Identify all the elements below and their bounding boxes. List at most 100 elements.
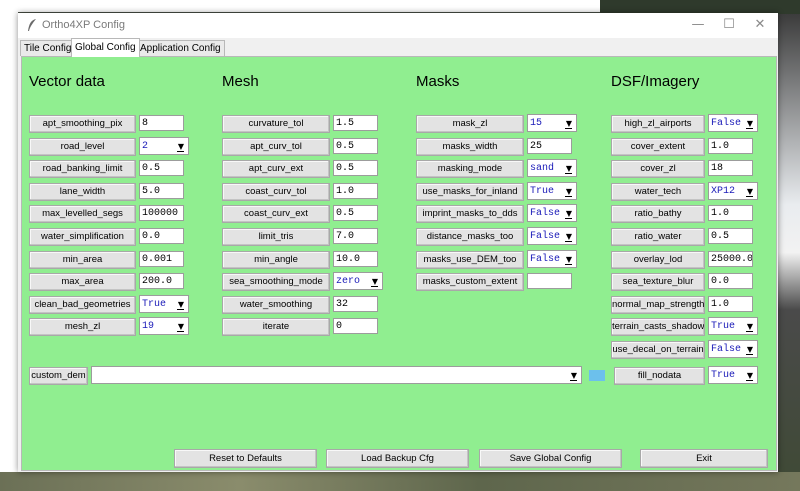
road-level-combo[interactable]: 2 ▼	[139, 137, 189, 155]
masks-use-dem-too-button[interactable]: masks_use_DEM_too	[416, 251, 524, 269]
reset-defaults-button[interactable]: Reset to Defaults	[174, 449, 317, 468]
exit-button[interactable]: Exit	[640, 449, 768, 468]
chevron-down-icon[interactable]: ▼	[563, 206, 575, 220]
high-zl-airports-combo[interactable]: False ▼	[708, 114, 758, 132]
apt-smoothing-pix-button[interactable]: apt_smoothing_pix	[29, 115, 136, 133]
imprint-masks-to-dds-combo[interactable]: False ▼	[527, 204, 577, 222]
save-global-config-button[interactable]: Save Global Config	[479, 449, 622, 468]
distance-masks-too-combo[interactable]: False ▼	[527, 227, 577, 245]
use-masks-for-inland-combo[interactable]: True ▼	[527, 182, 577, 200]
min-area-button[interactable]: min_area	[29, 251, 136, 269]
chevron-down-icon[interactable]: ▼	[568, 368, 580, 382]
clean-bad-geometries-button[interactable]: clean_bad_geometries	[29, 296, 136, 314]
curvature-tol-button[interactable]: curvature_tol	[222, 115, 330, 133]
normal-map-strength-button[interactable]: normal_map_strength	[611, 296, 705, 314]
mask-zl-combo[interactable]: 15 ▼	[527, 114, 577, 132]
overlay-lod-field[interactable]: 25000.0	[708, 251, 753, 267]
curvature-tol-field[interactable]: 1.5	[333, 115, 378, 131]
ratio-bathy-field[interactable]: 1.0	[708, 205, 753, 221]
max-levelled-segs-button[interactable]: max_levelled_segs	[29, 205, 136, 223]
chevron-down-icon[interactable]: ▼	[744, 342, 756, 356]
lane-width-button[interactable]: lane_width	[29, 183, 136, 201]
clean-bad-geometries-combo[interactable]: True ▼	[139, 295, 189, 313]
ratio-water-button[interactable]: ratio_water	[611, 228, 705, 246]
apt-smoothing-pix-field[interactable]: 8	[139, 115, 184, 131]
cover-extent-button[interactable]: cover_extent	[611, 138, 705, 156]
apt-curv-tol-field[interactable]: 0.5	[333, 138, 378, 154]
custom-dem-button[interactable]: custom_dem	[29, 367, 88, 385]
overlay-lod-button[interactable]: overlay_lod	[611, 251, 705, 269]
coast-curv-ext-button[interactable]: coast_curv_ext	[222, 205, 330, 223]
apt-curv-ext-button[interactable]: apt_curv_ext	[222, 160, 330, 178]
cover-extent-field[interactable]: 1.0	[708, 138, 753, 154]
water-simplification-button[interactable]: water_simplification	[29, 228, 136, 246]
imprint-masks-to-dds-button[interactable]: imprint_masks_to_dds	[416, 205, 524, 223]
max-area-field[interactable]: 200.0	[139, 273, 184, 289]
road-banking-limit-field[interactable]: 0.5	[139, 160, 184, 176]
title-bar[interactable]: Ortho4XP Config — ☐ ✕	[18, 13, 778, 38]
limit-tris-button[interactable]: limit_tris	[222, 228, 330, 246]
use-masks-for-inland-button[interactable]: use_masks_for_inland	[416, 183, 524, 201]
chevron-down-icon[interactable]: ▼	[744, 368, 756, 382]
mask-zl-button[interactable]: mask_zl	[416, 115, 524, 133]
min-angle-button[interactable]: min_angle	[222, 251, 330, 269]
max-levelled-segs-field[interactable]: 100000	[139, 205, 184, 221]
chevron-down-icon[interactable]: ▼	[369, 274, 381, 288]
close-button[interactable]: ✕	[746, 15, 774, 35]
mesh-zl-combo[interactable]: 19 ▼	[139, 317, 189, 335]
use-decal-on-terrain-combo[interactable]: False ▼	[708, 340, 758, 358]
masking-mode-combo[interactable]: sand ▼	[527, 159, 577, 177]
road-banking-limit-button[interactable]: road_banking_limit	[29, 160, 136, 178]
ratio-water-field[interactable]: 0.5	[708, 228, 753, 244]
sea-texture-blur-button[interactable]: sea_texture_blur	[611, 273, 705, 291]
sea-smoothing-mode-combo[interactable]: zero ▼	[333, 272, 383, 290]
masks-use-dem-too-combo[interactable]: False ▼	[527, 250, 577, 268]
fill-nodata-combo[interactable]: True ▼	[708, 366, 758, 384]
masks-custom-extent-button[interactable]: masks_custom_extent	[416, 273, 524, 291]
masking-mode-button[interactable]: masking_mode	[416, 160, 524, 178]
masks-custom-extent-field[interactable]	[527, 273, 572, 289]
chevron-down-icon[interactable]: ▼	[744, 116, 756, 130]
use-decal-on-terrain-button[interactable]: use_decal_on_terrain	[611, 341, 705, 359]
mesh-zl-button[interactable]: mesh_zl	[29, 318, 136, 336]
apt-curv-tol-button[interactable]: apt_curv_tol	[222, 138, 330, 156]
apt-curv-ext-field[interactable]: 0.5	[333, 160, 378, 176]
normal-map-strength-field[interactable]: 1.0	[708, 296, 753, 312]
chevron-down-icon[interactable]: ▼	[563, 252, 575, 266]
coast-curv-ext-field[interactable]: 0.5	[333, 205, 378, 221]
chevron-down-icon[interactable]: ▼	[563, 184, 575, 198]
water-smoothing-button[interactable]: water_smoothing	[222, 296, 330, 314]
minimize-button[interactable]: —	[684, 15, 712, 35]
high-zl-airports-button[interactable]: high_zl_airports	[611, 115, 705, 133]
water-tech-combo[interactable]: XP12 ▼	[708, 182, 758, 200]
custom-dem-combo[interactable]: ▼	[91, 366, 582, 384]
distance-masks-too-button[interactable]: distance_masks_too	[416, 228, 524, 246]
lane-width-field[interactable]: 5.0	[139, 183, 184, 199]
maximize-button[interactable]: ☐	[715, 15, 743, 35]
chevron-down-icon[interactable]: ▼	[175, 139, 187, 153]
sea-texture-blur-field[interactable]: 0.0	[708, 273, 753, 289]
sea-smoothing-mode-button[interactable]: sea_smoothing_mode	[222, 273, 330, 291]
load-backup-button[interactable]: Load Backup Cfg	[326, 449, 469, 468]
coast-curv-tol-field[interactable]: 1.0	[333, 183, 378, 199]
chevron-down-icon[interactable]: ▼	[175, 319, 187, 333]
iterate-field[interactable]: 0	[333, 318, 378, 334]
chevron-down-icon[interactable]: ▼	[744, 319, 756, 333]
chevron-down-icon[interactable]: ▼	[175, 297, 187, 311]
cover-zl-field[interactable]: 18	[708, 160, 753, 176]
road-level-button[interactable]: road_level	[29, 138, 136, 156]
terrain-casts-shadow-button[interactable]: terrain_casts_shadow	[611, 318, 705, 336]
water-smoothing-field[interactable]: 32	[333, 296, 378, 312]
color-swatch[interactable]	[589, 370, 605, 381]
max-area-button[interactable]: max_area	[29, 273, 136, 291]
cover-zl-button[interactable]: cover_zl	[611, 160, 705, 178]
min-angle-field[interactable]: 10.0	[333, 251, 378, 267]
limit-tris-field[interactable]: 7.0	[333, 228, 378, 244]
chevron-down-icon[interactable]: ▼	[563, 116, 575, 130]
water-tech-button[interactable]: water_tech	[611, 183, 705, 201]
water-simplification-field[interactable]: 0.0	[139, 228, 184, 244]
ratio-bathy-button[interactable]: ratio_bathy	[611, 205, 705, 223]
chevron-down-icon[interactable]: ▼	[563, 229, 575, 243]
masks-width-button[interactable]: masks_width	[416, 138, 524, 156]
coast-curv-tol-button[interactable]: coast_curv_tol	[222, 183, 330, 201]
